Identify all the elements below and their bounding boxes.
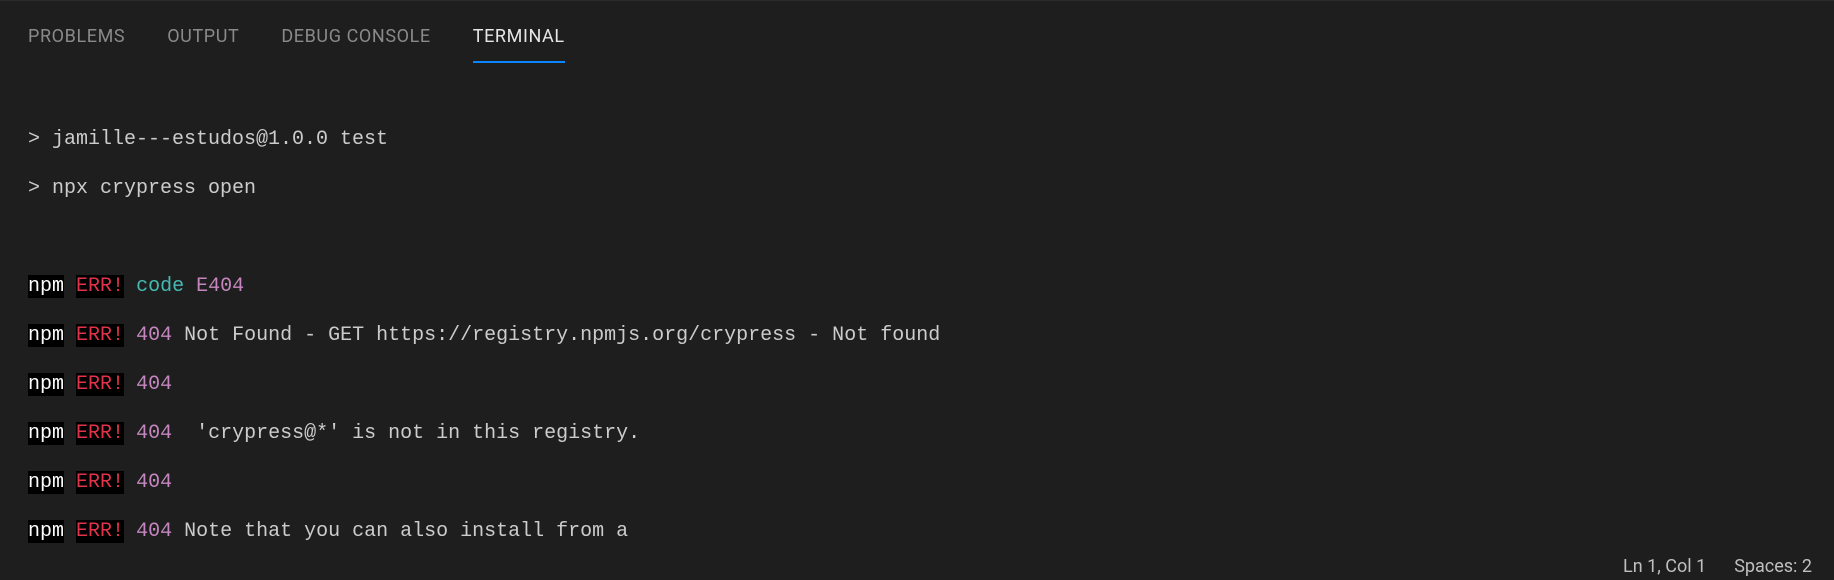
panel-tabs: PROBLEMS OUTPUT DEBUG CONSOLE TERMINAL: [0, 10, 1834, 68]
npm-err: ERR!: [76, 324, 124, 347]
npm-prefix: npm: [28, 275, 64, 298]
npm-msg: Note that you can also install from a: [172, 520, 628, 543]
npm-prefix: npm: [28, 324, 64, 347]
npm-code-label: code: [136, 275, 184, 298]
npm-err: ERR!: [76, 373, 124, 396]
npm-prefix: npm: [28, 422, 64, 445]
terminal-output[interactable]: > jamille---estudos@1.0.0 test > npx cry…: [0, 68, 1834, 580]
terminal-line: npm ERR! 404: [28, 471, 1834, 496]
terminal-line: [28, 226, 1834, 251]
npm-msg: 'crypress@*' is not in this registry.: [172, 422, 640, 445]
status-spaces[interactable]: Spaces: 2: [1734, 556, 1812, 577]
terminal-line: npm ERR! code E404: [28, 275, 1834, 300]
status-bar: Ln 1, Col 1 Spaces: 2: [0, 552, 1834, 580]
npm-msg: Not Found - GET https://registry.npmjs.o…: [172, 324, 940, 347]
terminal-line: npm ERR! 404 'crypress@*' is not in this…: [28, 422, 1834, 447]
npm-err: ERR!: [76, 520, 124, 543]
npm-404: 404: [136, 422, 172, 445]
npm-err: ERR!: [76, 422, 124, 445]
npm-code-value: E404: [196, 275, 244, 298]
tab-output[interactable]: OUTPUT: [167, 16, 239, 63]
npm-404: 404: [136, 373, 172, 396]
npm-prefix: npm: [28, 373, 64, 396]
tab-terminal[interactable]: TERMINAL: [473, 16, 565, 63]
terminal-line: npm ERR! 404 Note that you can also inst…: [28, 520, 1834, 545]
terminal-line: npm ERR! 404 Not Found - GET https://reg…: [28, 324, 1834, 349]
npm-err: ERR!: [76, 471, 124, 494]
npm-prefix: npm: [28, 520, 64, 543]
npm-404: 404: [136, 520, 172, 543]
npm-404: 404: [136, 471, 172, 494]
terminal-line: npm ERR! 404: [28, 373, 1834, 398]
npm-404: 404: [136, 324, 172, 347]
tab-problems[interactable]: PROBLEMS: [28, 16, 125, 63]
npm-prefix: npm: [28, 471, 64, 494]
terminal-line: > npx crypress open: [28, 177, 1834, 202]
npm-err: ERR!: [76, 275, 124, 298]
status-ln-col[interactable]: Ln 1, Col 1: [1623, 556, 1706, 577]
panel-divider: [0, 0, 1834, 10]
tab-debug-console[interactable]: DEBUG CONSOLE: [281, 16, 430, 63]
terminal-line: > jamille---estudos@1.0.0 test: [28, 128, 1834, 153]
